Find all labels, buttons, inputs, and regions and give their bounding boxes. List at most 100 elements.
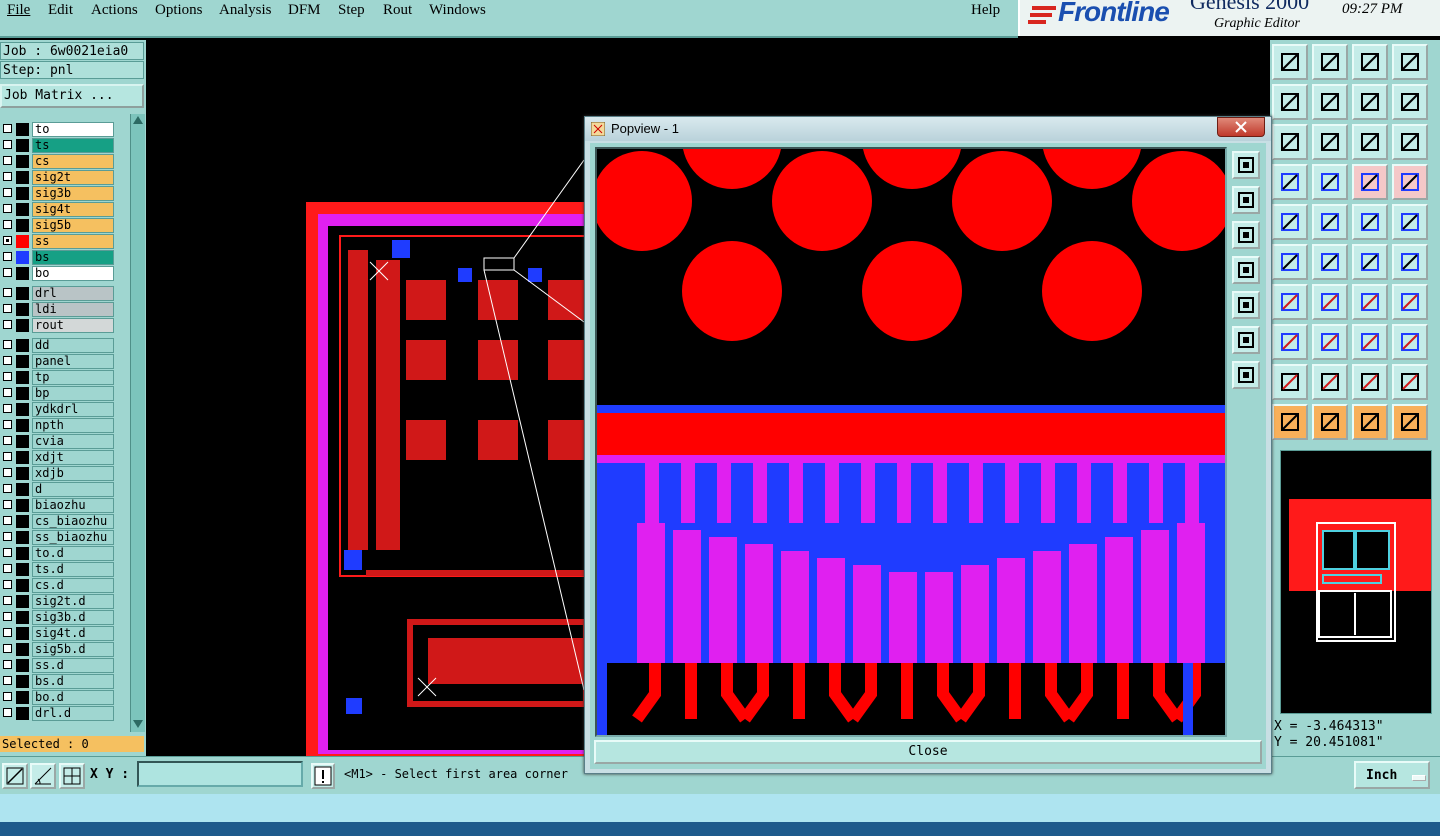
layer-checkbox[interactable] — [3, 452, 12, 461]
layer-checkbox[interactable] — [3, 236, 12, 245]
select-box-button[interactable] — [1312, 404, 1348, 440]
menu-edit[interactable]: Edit — [48, 2, 73, 19]
layer-name[interactable]: bs — [32, 250, 114, 265]
layer-row[interactable]: sig5b — [0, 218, 118, 233]
graphic-canvas[interactable] — [148, 40, 584, 756]
remove-point-button[interactable] — [1392, 244, 1428, 280]
layer-row[interactable]: ydkdrl — [0, 402, 118, 417]
menu-step[interactable]: Step — [338, 2, 365, 19]
layer-name[interactable]: dd — [32, 338, 114, 353]
triangle-a-button[interactable] — [1272, 364, 1308, 400]
layer-name[interactable]: sig5b — [32, 218, 114, 233]
layer-name[interactable]: cs_biaozhu — [32, 514, 114, 529]
zoom-fit-button[interactable] — [1272, 124, 1308, 160]
pv-zoom-fit-button[interactable] — [1232, 326, 1260, 354]
layer-name[interactable]: d — [32, 482, 114, 497]
pan-button[interactable] — [1312, 124, 1348, 160]
layer-name[interactable]: sig2t.d — [32, 594, 114, 609]
layer-checkbox[interactable] — [3, 268, 12, 277]
one-to-one-button[interactable] — [1352, 124, 1388, 160]
layer-row[interactable]: ss — [0, 234, 118, 249]
layer-name[interactable]: sig3b.d — [32, 610, 114, 625]
layer-name[interactable]: ss.d — [32, 658, 114, 673]
menu-analysis[interactable]: Analysis — [219, 2, 272, 19]
layer-name[interactable]: xdjt — [32, 450, 114, 465]
layer-checkbox[interactable] — [3, 204, 12, 213]
flip-button[interactable] — [1352, 84, 1388, 120]
layer-checkbox[interactable] — [3, 304, 12, 313]
add-point-button[interactable] — [1352, 244, 1388, 280]
layer-row[interactable]: bs — [0, 250, 118, 265]
layer-checkbox[interactable] — [3, 484, 12, 493]
blocks-button[interactable] — [1392, 324, 1428, 360]
pv-pan-button[interactable] — [1232, 151, 1260, 179]
layer-row[interactable]: ss.d — [0, 658, 118, 673]
layer-name[interactable]: cvia — [32, 434, 114, 449]
layer-checkbox[interactable] — [3, 564, 12, 573]
menu-dfm[interactable]: DFM — [288, 2, 321, 19]
layer-checkbox[interactable] — [3, 676, 12, 685]
layer-row[interactable]: drl — [0, 286, 118, 301]
layer-row[interactable]: sig3b.d — [0, 610, 118, 625]
layer-name[interactable]: ydkdrl — [32, 402, 114, 417]
measure-button[interactable] — [1272, 164, 1308, 200]
layer-name[interactable]: cs.d — [32, 578, 114, 593]
layer-row[interactable]: cs_biaozhu — [0, 514, 118, 529]
layer-row[interactable]: bp — [0, 386, 118, 401]
popview-canvas[interactable] — [595, 147, 1227, 737]
layer-row[interactable]: bo.d — [0, 690, 118, 705]
move-right-button[interactable] — [1312, 84, 1348, 120]
layer-row[interactable]: ldi — [0, 302, 118, 317]
layer-name[interactable]: to.d — [32, 546, 114, 561]
save-button[interactable] — [1312, 44, 1348, 80]
select-button[interactable] — [1272, 404, 1308, 440]
layer-name[interactable]: biaozhu — [32, 498, 114, 513]
menu-rout[interactable]: Rout — [383, 2, 412, 19]
layer-checkbox[interactable] — [3, 708, 12, 717]
layer-row[interactable]: xdjt — [0, 450, 118, 465]
layer-name[interactable]: sig2t — [32, 170, 114, 185]
menu-options[interactable]: Options — [155, 2, 203, 19]
layer-row[interactable]: rout — [0, 318, 118, 333]
circle-pad-button[interactable] — [1392, 204, 1428, 240]
layer-row[interactable]: dd — [0, 338, 118, 353]
layer-checkbox[interactable] — [3, 388, 12, 397]
layer-checkbox[interactable] — [3, 188, 12, 197]
layer-checkbox[interactable] — [3, 356, 12, 365]
layer-row[interactable]: bs.d — [0, 674, 118, 689]
layer-checkbox[interactable] — [3, 172, 12, 181]
layer-name[interactable]: drl.d — [32, 706, 114, 721]
layer-list-scrollbar[interactable] — [130, 114, 145, 732]
layer-name[interactable]: bs.d — [32, 674, 114, 689]
window-fit-button[interactable] — [1392, 44, 1428, 80]
layer-name[interactable]: sig5b.d — [32, 642, 114, 657]
layer-row[interactable]: ts — [0, 138, 118, 153]
layer-name[interactable]: ts.d — [32, 562, 114, 577]
layer-checkbox[interactable] — [3, 692, 12, 701]
layer-checkbox[interactable] — [3, 532, 12, 541]
layer-checkbox[interactable] — [3, 548, 12, 557]
pv-up-button[interactable] — [1232, 186, 1260, 214]
layer-row[interactable]: npth — [0, 418, 118, 433]
layer-name[interactable]: to — [32, 122, 114, 137]
layer-row[interactable]: d — [0, 482, 118, 497]
pv-zoom-button[interactable] — [1232, 361, 1260, 389]
overview-map[interactable] — [1280, 450, 1432, 714]
layer-checkbox[interactable] — [3, 644, 12, 653]
layer-name[interactable]: ts — [32, 138, 114, 153]
grid-button[interactable] — [1312, 164, 1348, 200]
warning-button[interactable] — [311, 763, 335, 789]
rotate-button[interactable] — [1352, 284, 1388, 320]
window-close-button[interactable] — [1217, 117, 1265, 137]
layer-checkbox[interactable] — [3, 628, 12, 637]
net-tool-button[interactable] — [1392, 164, 1428, 200]
popview-titlebar[interactable]: Popview - 1 — [585, 117, 1271, 141]
layer-checkbox[interactable] — [3, 288, 12, 297]
layer-row[interactable]: ss_biaozhu — [0, 530, 118, 545]
layer-checkbox[interactable] — [3, 500, 12, 509]
layer-row[interactable]: cs.d — [0, 578, 118, 593]
layer-checkbox[interactable] — [3, 596, 12, 605]
layer-name[interactable]: cs — [32, 154, 114, 169]
triangle-d-button[interactable] — [1392, 364, 1428, 400]
select-circle-button[interactable] — [1352, 404, 1388, 440]
